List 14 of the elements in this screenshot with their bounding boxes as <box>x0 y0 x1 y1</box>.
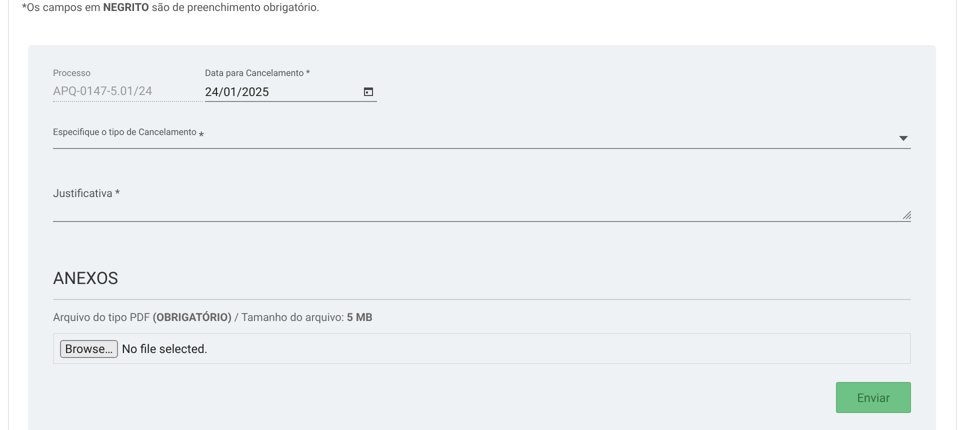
field-label: Data para Cancelamento * <box>205 68 310 80</box>
browse-button[interactable]: Browse… <box>60 340 118 358</box>
justification-field[interactable]: Justificativa * <box>53 187 911 222</box>
section-title: ANEXOS <box>53 268 118 290</box>
file-hint: Arquivo do tipo PDF (OBRIGATÓRIO) / Tamanho do arquivo: 5 MB <box>53 311 372 325</box>
file-input[interactable]: Browse… No file selected. <box>53 333 911 364</box>
file-status: No file selected. <box>122 340 208 358</box>
process-field: APQ-0147-5.01/24 <box>53 82 203 102</box>
date-field[interactable]: 24/01/2025 <box>205 82 377 102</box>
dropdown-caret-icon <box>899 136 908 140</box>
resize-handle-icon <box>903 211 911 219</box>
field-label: Processo <box>53 68 91 80</box>
calendar-icon <box>364 87 373 96</box>
required-fields-note: *Os campos em NEGRITO são de preenchimento obrigatório. <box>22 1 320 15</box>
